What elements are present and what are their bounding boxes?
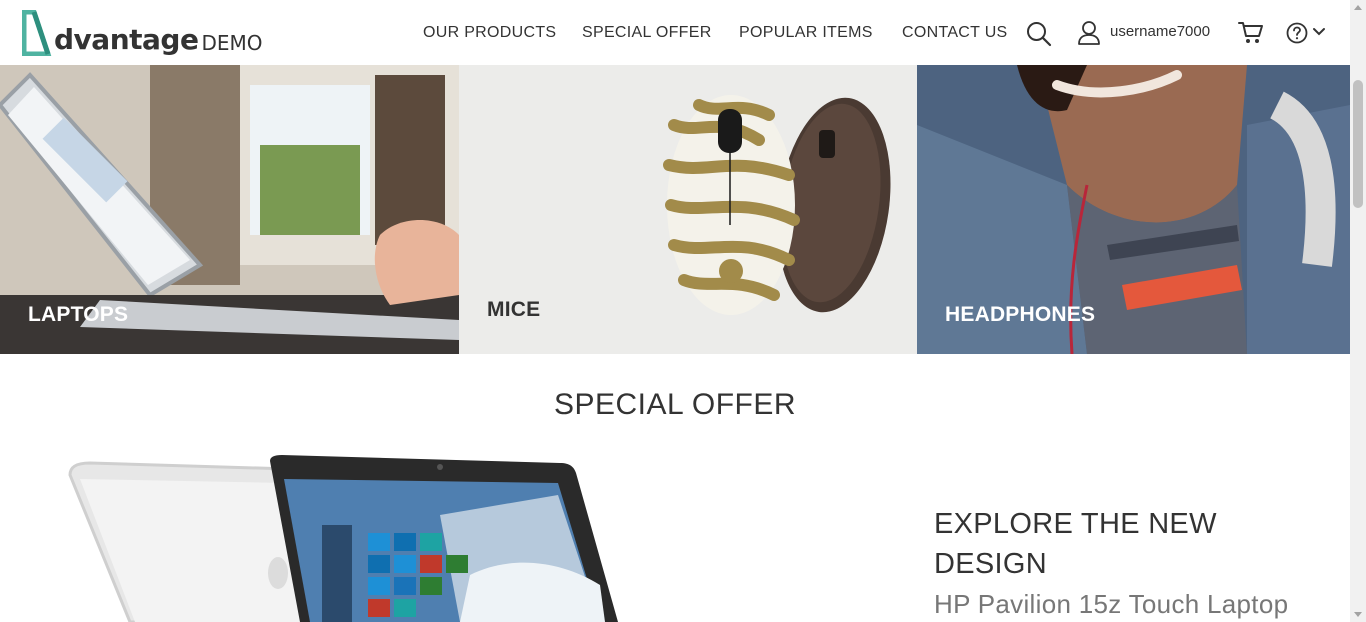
offer-title: EXPLORE THE NEW DESIGN — [934, 508, 1217, 580]
search-icon[interactable] — [1025, 20, 1053, 48]
user-icon[interactable] — [1077, 20, 1101, 46]
nav-contact-us[interactable]: CONTACT US — [902, 24, 1008, 42]
scroll-up-arrow-icon[interactable] — [1354, 5, 1362, 10]
category-label-laptops: LAPTOPS — [28, 303, 129, 326]
scroll-down-arrow-icon[interactable] — [1354, 612, 1362, 617]
category-label-headphones: HEADPHONES — [945, 303, 1096, 326]
category-label-mice: MICE — [487, 298, 541, 321]
section-title-special-offer: SPECIAL OFFER — [553, 388, 797, 421]
category-headphones[interactable]: HEADPHONES — [917, 65, 1350, 354]
site-header: dvantage DEMO OUR PRODUCTS SPECIAL OFFER… — [0, 0, 1350, 65]
cart-icon[interactable] — [1238, 21, 1264, 45]
logo-mark-icon — [22, 10, 52, 56]
help-icon[interactable] — [1286, 22, 1308, 44]
logo-demo: DEMO — [201, 31, 263, 55]
category-mice[interactable]: MICE — [459, 65, 917, 354]
category-laptops[interactable]: LAPTOPS — [0, 65, 459, 354]
page-scrollbar[interactable] — [1350, 0, 1366, 622]
nav-our-products[interactable]: OUR PRODUCTS — [423, 24, 556, 42]
username-label[interactable]: username7000 — [1110, 23, 1210, 40]
logo-text: dvantage — [54, 23, 199, 56]
offer-subtitle: HP Pavilion 15z Touch Laptop — [934, 589, 1289, 619]
nav-popular-items[interactable]: POPULAR ITEMS — [739, 24, 873, 42]
offer-laptop-image[interactable] — [60, 455, 640, 622]
logo[interactable]: dvantage DEMO — [22, 10, 262, 56]
nav-special-offer[interactable]: SPECIAL OFFER — [582, 24, 712, 42]
chevron-down-icon[interactable] — [1312, 27, 1326, 37]
scrollbar-thumb[interactable] — [1353, 80, 1363, 208]
